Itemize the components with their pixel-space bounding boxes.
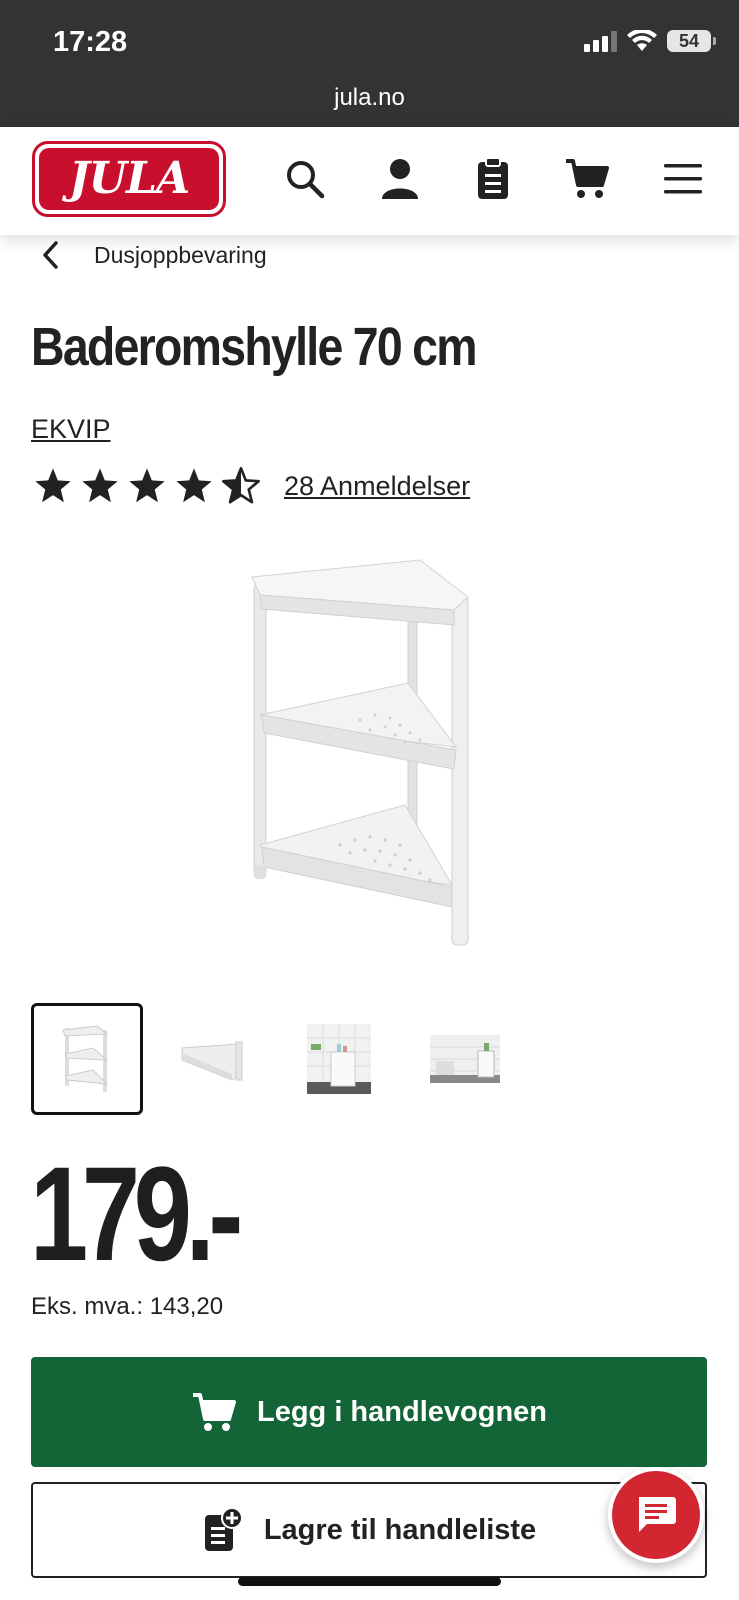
thumbnail-strip <box>31 1003 521 1115</box>
price-ex-vat: Eks. mva.: 143,20 <box>31 1293 224 1320</box>
chat-icon <box>639 1497 676 1532</box>
search-icon[interactable] <box>281 155 329 203</box>
star-icon <box>176 468 212 503</box>
star-icon <box>129 468 165 503</box>
cart-icon <box>192 1393 236 1431</box>
cart-icon[interactable] <box>563 155 611 203</box>
star-icon <box>35 468 71 503</box>
signal-icon <box>584 30 617 52</box>
home-indicator <box>238 1577 501 1586</box>
add-to-cart-label: Legg i handlevognen <box>256 1395 547 1428</box>
thumbnail-4[interactable] <box>409 1003 521 1115</box>
chat-button[interactable] <box>608 1467 704 1563</box>
add-to-cart-button[interactable]: Legg i handlevognen <box>31 1357 707 1467</box>
account-icon[interactable] <box>376 155 424 203</box>
status-time: 17:28 <box>53 26 128 58</box>
logo-text: JULA <box>68 153 190 204</box>
breadcrumb-label: Dusjoppbevaring <box>94 241 267 268</box>
shopping-list-icon[interactable] <box>469 155 517 203</box>
thumbnail-2[interactable] <box>157 1003 269 1115</box>
status-icons: 54 <box>584 30 716 52</box>
save-to-list-button[interactable]: Lagre til handleliste <box>31 1482 707 1578</box>
rating-stars <box>33 467 261 505</box>
battery-icon: 54 <box>667 30 716 52</box>
menu-icon[interactable] <box>659 155 707 203</box>
product-rating[interactable]: 28 Anmeldelser <box>33 467 470 505</box>
product-image[interactable] <box>240 555 490 955</box>
breadcrumb[interactable]: Dusjoppbevaring <box>40 238 267 272</box>
product-price: 179.- <box>30 1140 243 1289</box>
star-half-icon <box>221 467 260 504</box>
thumbnail-3[interactable] <box>283 1003 395 1115</box>
status-bar: 17:28 54 jula.no <box>0 0 739 127</box>
save-to-list-label: Lagre til handleliste <box>263 1513 537 1546</box>
chevron-left-icon <box>43 241 58 269</box>
product-title: Baderomshylle 70 cm <box>31 317 478 377</box>
jula-logo[interactable]: JULA <box>32 141 226 217</box>
site-header: JULA <box>0 127 739 235</box>
wifi-icon <box>627 30 657 51</box>
thumbnail-1[interactable] <box>31 1003 143 1115</box>
brand-link[interactable]: EKVIP <box>31 414 111 445</box>
reviews-link: 28 Anmeldelser <box>284 470 471 501</box>
url-bar[interactable]: jula.no <box>0 84 739 112</box>
add-to-list-icon <box>204 1507 243 1551</box>
logo-background: JULA <box>39 148 219 210</box>
star-icon <box>82 468 118 503</box>
